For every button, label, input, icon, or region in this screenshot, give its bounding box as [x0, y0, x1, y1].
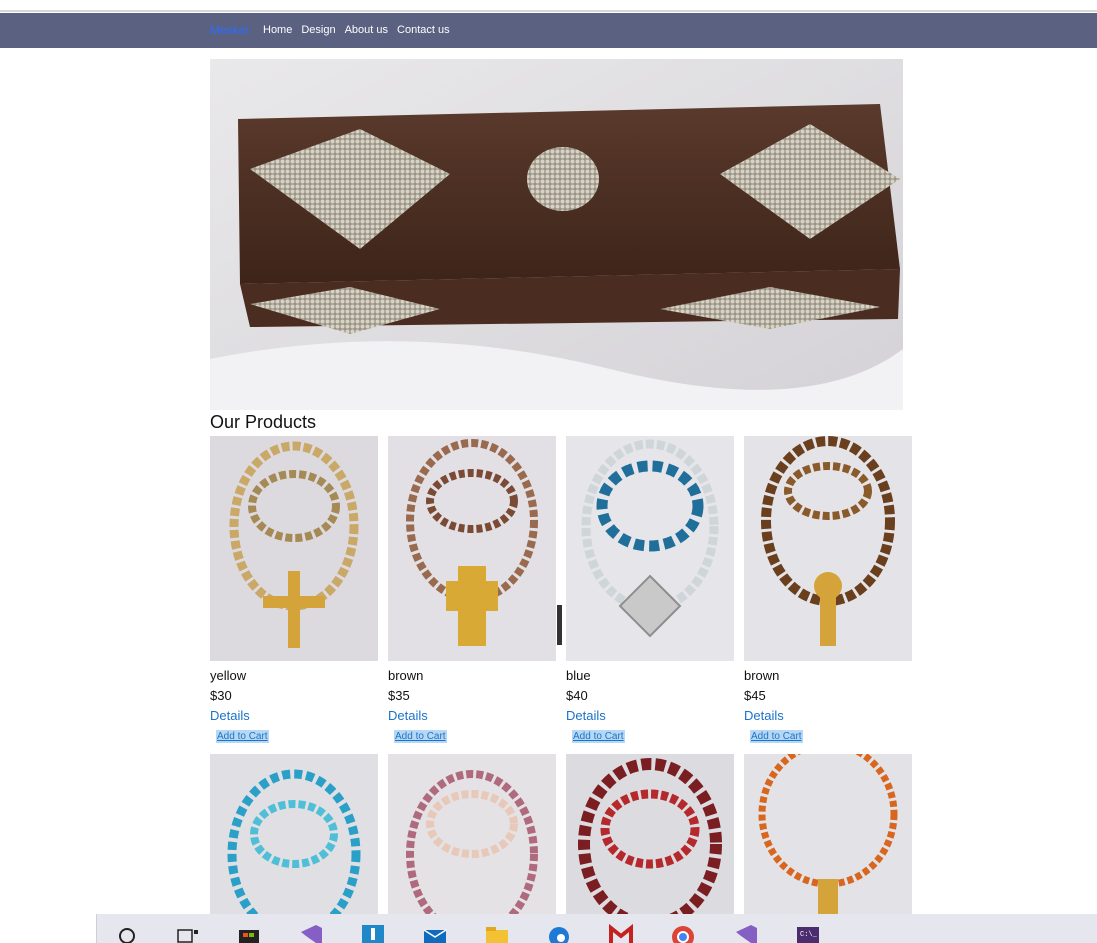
scrollbar-thumb[interactable]: [557, 605, 562, 645]
product-image[interactable]: [388, 436, 556, 661]
add-to-cart-button[interactable]: Add to Cart: [216, 730, 269, 743]
brand-link[interactable]: Meskel: [210, 23, 248, 37]
add-to-cart-button[interactable]: Add to Cart: [394, 730, 447, 743]
navbar: Meskel Home Design About us Contact us: [0, 13, 1097, 48]
details-link[interactable]: Details: [210, 708, 378, 726]
product-card: yellow $30 Details Add to Cart: [210, 436, 378, 744]
product-card: [566, 754, 734, 914]
nav-contact[interactable]: Contact us: [397, 24, 450, 36]
taskbar-start-area[interactable]: [0, 914, 97, 943]
product-card: [210, 754, 378, 914]
edge-icon[interactable]: [546, 922, 572, 943]
hero-image: [210, 59, 903, 410]
product-price: $40: [566, 688, 588, 703]
terminal-icon[interactable]: C:\_: [795, 922, 821, 943]
visual-studio-icon[interactable]: [298, 922, 324, 943]
product-card: blue $40 Details Add to Cart: [566, 436, 734, 744]
product-image[interactable]: [566, 754, 734, 914]
browser-top-strip: [0, 0, 1097, 12]
product-price: $35: [388, 688, 410, 703]
app-l-icon[interactable]: [360, 922, 386, 943]
mail-icon[interactable]: [422, 922, 448, 943]
svg-text:C:\_: C:\_: [800, 931, 818, 939]
details-link[interactable]: Details: [388, 708, 556, 726]
nav-links: Home Design About us Contact us: [263, 24, 450, 36]
gmail-icon[interactable]: [608, 922, 634, 943]
nav-about[interactable]: About us: [345, 24, 388, 36]
chrome-icon[interactable]: [670, 922, 696, 943]
product-image[interactable]: [210, 436, 378, 661]
product-card: [744, 754, 912, 914]
add-to-cart-button[interactable]: Add to Cart: [750, 730, 803, 743]
product-image[interactable]: [388, 754, 556, 914]
product-price: $45: [744, 688, 766, 703]
task-view-icon[interactable]: [175, 922, 201, 943]
store-icon[interactable]: [236, 922, 262, 943]
add-to-cart-button[interactable]: Add to Cart: [572, 730, 625, 743]
details-link[interactable]: Details: [744, 708, 912, 726]
nav-home[interactable]: Home: [263, 24, 292, 36]
taskbar: C:\_: [0, 914, 1097, 943]
product-price: $30: [210, 688, 232, 703]
product-name: brown: [744, 668, 780, 683]
product-card: brown $45 Details Add to Cart: [744, 436, 912, 744]
search-icon[interactable]: [115, 922, 141, 943]
nav-design[interactable]: Design: [301, 24, 335, 36]
product-name: blue: [566, 668, 591, 683]
details-link[interactable]: Details: [566, 708, 734, 726]
product-image[interactable]: [744, 754, 912, 914]
product-name: brown: [388, 668, 424, 683]
visual-studio-icon[interactable]: [733, 922, 759, 943]
product-image[interactable]: [744, 436, 912, 661]
file-explorer-icon[interactable]: [484, 922, 510, 943]
product-name: yellow: [210, 668, 247, 683]
product-image[interactable]: [210, 754, 378, 914]
product-card: [388, 754, 556, 914]
product-card: brown $35 Details Add to Cart: [388, 436, 556, 744]
product-image[interactable]: [566, 436, 734, 661]
section-title: Our Products: [210, 412, 317, 432]
